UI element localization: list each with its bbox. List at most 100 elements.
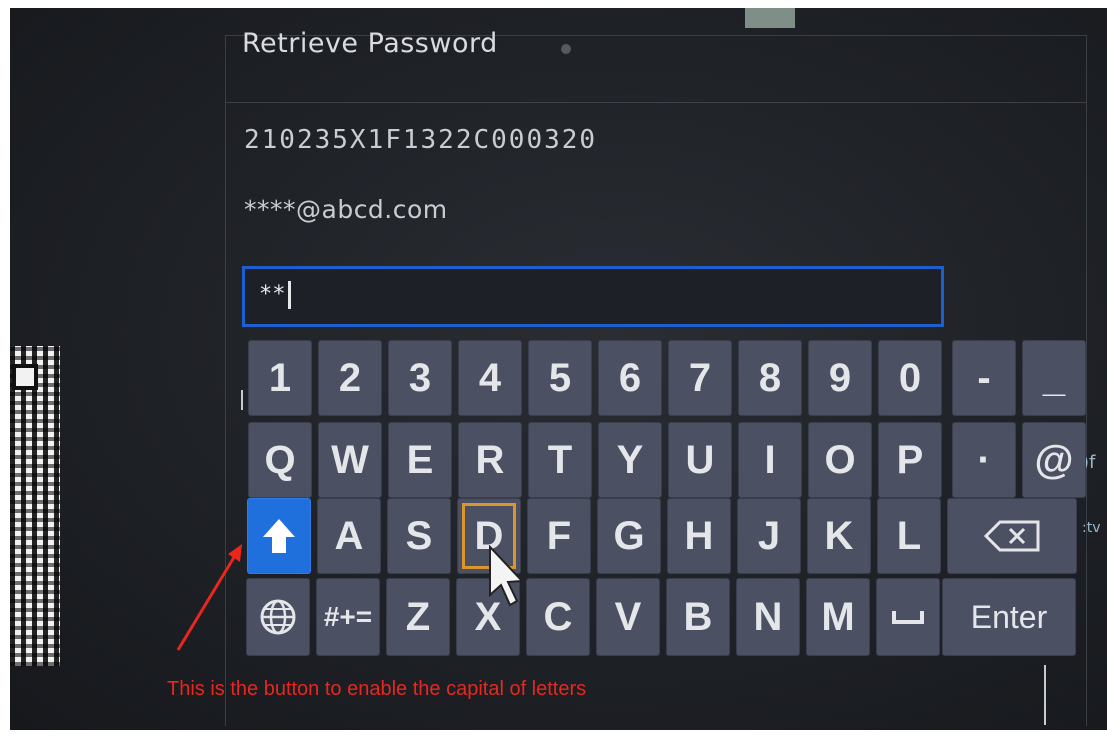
qr-code — [10, 346, 60, 666]
key-label: Enter — [970, 598, 1048, 635]
key-w[interactable]: W — [318, 422, 382, 498]
key-label: 9 — [828, 355, 852, 400]
key-label: _ — [1042, 355, 1066, 400]
dialog-title: Retrieve Password — [242, 28, 498, 59]
globe-icon — [260, 599, 296, 635]
key-label: 6 — [618, 355, 642, 400]
key-label: I — [764, 437, 776, 482]
key-j[interactable]: J — [737, 498, 801, 574]
key-label: - — [977, 355, 991, 400]
key-label: 0 — [898, 355, 922, 400]
key-label: U — [685, 437, 715, 482]
key-label: J — [757, 513, 781, 558]
key-underscore[interactable]: _ — [1022, 340, 1086, 416]
key-label: 8 — [758, 355, 782, 400]
mouse-cursor — [489, 545, 525, 607]
key-2[interactable]: 2 — [318, 340, 382, 416]
key-9[interactable]: 9 — [808, 340, 872, 416]
key-l[interactable]: L — [877, 498, 941, 574]
key-k[interactable]: K — [807, 498, 871, 574]
key-m[interactable]: M — [806, 578, 870, 656]
key-label: Y — [616, 437, 644, 482]
key-label: 4 — [478, 355, 502, 400]
key-a[interactable]: A — [317, 498, 381, 574]
key-label: 1 — [268, 355, 292, 400]
key-label: F — [546, 513, 572, 558]
key-label: O — [824, 437, 856, 482]
key-label: M — [821, 594, 855, 639]
key-at[interactable]: @ — [1022, 422, 1086, 498]
qr-finder-pattern — [12, 364, 38, 390]
backspace-key[interactable] — [947, 498, 1077, 574]
key-label: S — [405, 513, 433, 558]
key-label: B — [683, 594, 713, 639]
key-e[interactable]: E — [388, 422, 452, 498]
key-label: K — [824, 513, 854, 558]
masked-email: ****@abcd.com — [244, 195, 448, 224]
key-label: E — [406, 437, 434, 482]
key-label: 3 — [408, 355, 432, 400]
space-icon — [892, 611, 924, 624]
key-o[interactable]: O — [808, 422, 872, 498]
key-v[interactable]: V — [596, 578, 660, 656]
key-q[interactable]: Q — [248, 422, 312, 498]
key-8[interactable]: 8 — [738, 340, 802, 416]
annotation-arrow — [176, 544, 242, 651]
key-5[interactable]: 5 — [528, 340, 592, 416]
space-key[interactable] — [876, 578, 940, 656]
key-n[interactable]: N — [736, 578, 800, 656]
key-label: V — [614, 594, 642, 639]
key-z[interactable]: Z — [386, 578, 450, 656]
globe-key[interactable] — [246, 578, 310, 656]
key-f[interactable]: F — [527, 498, 591, 574]
key-6[interactable]: 6 — [598, 340, 662, 416]
key-t[interactable]: T — [528, 422, 592, 498]
key-label: @ — [1034, 437, 1074, 482]
edge-text-bottom: :tv — [1082, 520, 1101, 536]
key-label: C — [543, 594, 573, 639]
key-label: N — [753, 594, 783, 639]
text-caret — [287, 281, 291, 309]
key-label: R — [475, 437, 505, 482]
enter-key[interactable]: Enter — [942, 578, 1076, 656]
key-0[interactable]: 0 — [878, 340, 942, 416]
password-input-value: ** — [259, 281, 291, 309]
key-label: T — [547, 437, 573, 482]
key-label: · — [977, 437, 991, 482]
key-label: P — [896, 437, 924, 482]
key-c[interactable]: C — [526, 578, 590, 656]
shift-key[interactable] — [247, 498, 311, 574]
annotation-text: This is the button to enable the capital… — [167, 678, 587, 700]
key-label: #+= — [323, 601, 373, 632]
key-g[interactable]: G — [597, 498, 661, 574]
key-label: G — [613, 513, 645, 558]
symbols-key[interactable]: #+= — [316, 578, 380, 656]
key-y[interactable]: Y — [598, 422, 662, 498]
key-p[interactable]: P — [878, 422, 942, 498]
key-s[interactable]: S — [387, 498, 451, 574]
key-i[interactable]: I — [738, 422, 802, 498]
key-h[interactable]: H — [667, 498, 731, 574]
key-label: 2 — [338, 355, 362, 400]
serial-number: 210235X1F1322C000320 — [244, 125, 598, 155]
key-dot[interactable]: · — [952, 422, 1016, 498]
key-label: Z — [405, 594, 431, 639]
key-3[interactable]: 3 — [388, 340, 452, 416]
key-label: 7 — [688, 355, 712, 400]
password-input[interactable]: ** — [242, 266, 944, 327]
photo: Retrieve Password 210235X1F1322C000320 *… — [0, 0, 1107, 738]
side-line — [241, 390, 243, 410]
key-hyphen[interactable]: - — [952, 340, 1016, 416]
key-label: W — [331, 437, 369, 482]
key-1[interactable]: 1 — [248, 340, 312, 416]
key-label: H — [684, 513, 714, 558]
key-u[interactable]: U — [668, 422, 732, 498]
key-b[interactable]: B — [666, 578, 730, 656]
key-r[interactable]: R — [458, 422, 522, 498]
key-7[interactable]: 7 — [668, 340, 732, 416]
key-label: L — [896, 513, 922, 558]
title-indicator-dot — [561, 44, 571, 54]
side-line — [1044, 665, 1046, 725]
key-4[interactable]: 4 — [458, 340, 522, 416]
key-label: Q — [264, 437, 296, 482]
